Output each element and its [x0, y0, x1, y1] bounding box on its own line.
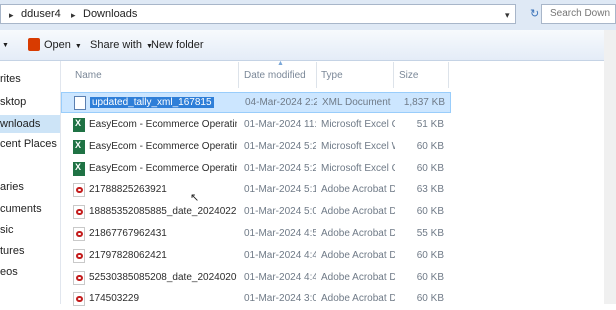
file-type: Adobe Acrobat D... [321, 250, 395, 261]
share-with-button[interactable]: Share with ▼ [90, 39, 153, 51]
file-name[interactable]: 21867767962431 [89, 228, 237, 239]
nav-item-recent-places[interactable]: cent Places [0, 138, 57, 150]
address-bar-area: ▸ dduser4 ▸ Downloads ▾ ↻ [0, 0, 616, 30]
file-name[interactable]: 52530385085208_date_20240209004210 [89, 272, 237, 283]
file-date: 01-Mar-2024 5:20 ... [244, 163, 316, 174]
file-name[interactable]: 21788825263921 [89, 184, 237, 195]
file-name[interactable]: updated_tally_xml_167815 [90, 97, 238, 108]
file-size: 63 KB [416, 184, 444, 195]
search-box[interactable] [541, 4, 616, 24]
column-header-type[interactable]: Type [321, 70, 343, 81]
file-type: Microsoft Excel Co... [321, 119, 395, 130]
open-button[interactable]: Open ▼ [44, 39, 82, 51]
column-divider[interactable] [238, 62, 239, 88]
file-type: Adobe Acrobat D... [321, 184, 395, 195]
breadcrumb-separator-icon[interactable]: ▸ [9, 10, 14, 21]
file-date: 04-Mar-2024 2:20 ... [245, 97, 317, 108]
breadcrumb-downloads[interactable]: Downloads [83, 8, 137, 20]
column-header-row: Name Date modified Type Size [61, 61, 449, 87]
column-divider[interactable] [316, 62, 317, 88]
file-row[interactable]: 21788825263921 01-Mar-2024 5:15 ... Adob… [61, 180, 451, 201]
share-with-label: Share with [90, 39, 142, 51]
file-type: XML Document [322, 97, 391, 108]
mouse-cursor-icon: ↖ [190, 192, 200, 204]
file-size: 51 KB [416, 119, 444, 130]
file-size: 60 KB [416, 250, 444, 261]
nav-item-documents[interactable]: cuments [0, 203, 42, 215]
file-size: 1,837 KB [403, 97, 445, 108]
file-date: 01-Mar-2024 11:3... [244, 119, 316, 130]
organize-dropdown-icon[interactable]: ▼ [2, 42, 9, 49]
column-header-date[interactable]: Date modified [244, 70, 306, 81]
file-row[interactable]: updated_tally_xml_167815 04-Mar-2024 2:2… [61, 92, 451, 113]
open-label: Open [44, 39, 71, 51]
navigation-pane: rites sktop wnloads cent Places aries cu… [0, 61, 61, 304]
search-input[interactable] [548, 7, 612, 20]
excel-file-icon [73, 162, 85, 176]
new-folder-button[interactable]: New folder [151, 39, 204, 51]
nav-item-downloads[interactable]: wnloads [0, 115, 60, 133]
file-name[interactable]: EasyEcom - Ecommerce Operating Syste... [89, 141, 237, 152]
file-name[interactable]: 18885352085885_date_20240221122246 [89, 206, 237, 217]
column-divider[interactable] [448, 62, 449, 88]
address-box[interactable]: ▸ dduser4 ▸ Downloads ▾ [0, 4, 516, 24]
refresh-icon[interactable]: ↻ [530, 7, 539, 20]
file-row[interactable]: EasyEcom - Ecommerce Operating Syste... … [61, 159, 451, 180]
breadcrumb-user[interactable]: dduser4 [21, 8, 61, 20]
nav-item-favorites[interactable]: rites [0, 73, 21, 85]
excel-file-icon [73, 118, 85, 132]
office-icon[interactable] [28, 38, 40, 51]
pdf-file-icon [73, 271, 85, 285]
nav-item-pictures[interactable]: tures [0, 245, 24, 257]
excel-file-icon [73, 140, 85, 154]
file-size: 60 KB [416, 141, 444, 152]
file-type: Adobe Acrobat D... [321, 293, 395, 304]
file-name[interactable]: EasyEcom - Ecommerce Operating Syste... [89, 163, 237, 174]
file-type: Adobe Acrobat D... [321, 228, 395, 239]
nav-item-libraries[interactable]: aries [0, 181, 24, 193]
column-divider[interactable] [393, 62, 394, 88]
open-dropdown-icon[interactable]: ▼ [75, 43, 82, 50]
pdf-file-icon [73, 205, 85, 219]
file-row[interactable]: EasyEcom - Ecommerce Operating Syste... … [61, 115, 451, 136]
file-row[interactable]: 21797828062421 01-Mar-2024 4:48 ... Adob… [61, 246, 451, 267]
pdf-file-icon [73, 227, 85, 241]
nav-item-music[interactable]: sic [0, 224, 13, 236]
nav-item-videos[interactable]: eos [0, 266, 18, 278]
right-edge-strip [604, 30, 616, 304]
file-size: 60 KB [416, 206, 444, 217]
file-date: 01-Mar-2024 3:07 ... [244, 293, 316, 304]
file-name[interactable]: 174503229 [89, 293, 237, 304]
address-dropdown-icon[interactable]: ▾ [505, 10, 510, 21]
file-date: 01-Mar-2024 5:01 ... [244, 206, 316, 217]
file-type: Adobe Acrobat D... [321, 206, 395, 217]
file-date: 01-Mar-2024 4:45 ... [244, 272, 316, 283]
file-type: Adobe Acrobat D... [321, 272, 395, 283]
xml-file-icon [74, 96, 86, 110]
file-row[interactable]: EasyEcom - Ecommerce Operating Syste... … [61, 137, 451, 158]
file-date: 01-Mar-2024 5:15 ... [244, 184, 316, 195]
column-header-size[interactable]: Size [399, 70, 418, 81]
file-size: 60 KB [416, 293, 444, 304]
file-name[interactable]: 21797828062421 [89, 250, 237, 261]
file-type: Microsoft Excel W... [321, 141, 395, 152]
file-size: 60 KB [416, 272, 444, 283]
file-date: 01-Mar-2024 4:58 ... [244, 228, 316, 239]
column-header-name[interactable]: Name [75, 70, 102, 81]
file-row[interactable]: 52530385085208_date_20240209004210 01-Ma… [61, 268, 451, 289]
file-row[interactable]: 18885352085885_date_20240221122246 01-Ma… [61, 202, 451, 223]
pdf-file-icon [73, 183, 85, 197]
file-date: 01-Mar-2024 4:48 ... [244, 250, 316, 261]
file-size: 60 KB [416, 163, 444, 174]
command-bar: ▼ Open ▼ Share with ▼ New folder [0, 30, 616, 61]
file-date: 01-Mar-2024 5:21 ... [244, 141, 316, 152]
file-type: Microsoft Excel Co... [321, 163, 395, 174]
nav-item-desktop[interactable]: sktop [0, 96, 26, 108]
pdf-file-icon [73, 249, 85, 263]
file-row[interactable]: 21867767962431 01-Mar-2024 4:58 ... Adob… [61, 224, 451, 245]
file-size: 55 KB [416, 228, 444, 239]
file-row[interactable]: 174503229 01-Mar-2024 3:07 ... Adobe Acr… [61, 289, 451, 310]
file-name[interactable]: EasyEcom - Ecommerce Operating Syste... [89, 119, 237, 130]
breadcrumb-separator-icon[interactable]: ▸ [71, 10, 76, 21]
